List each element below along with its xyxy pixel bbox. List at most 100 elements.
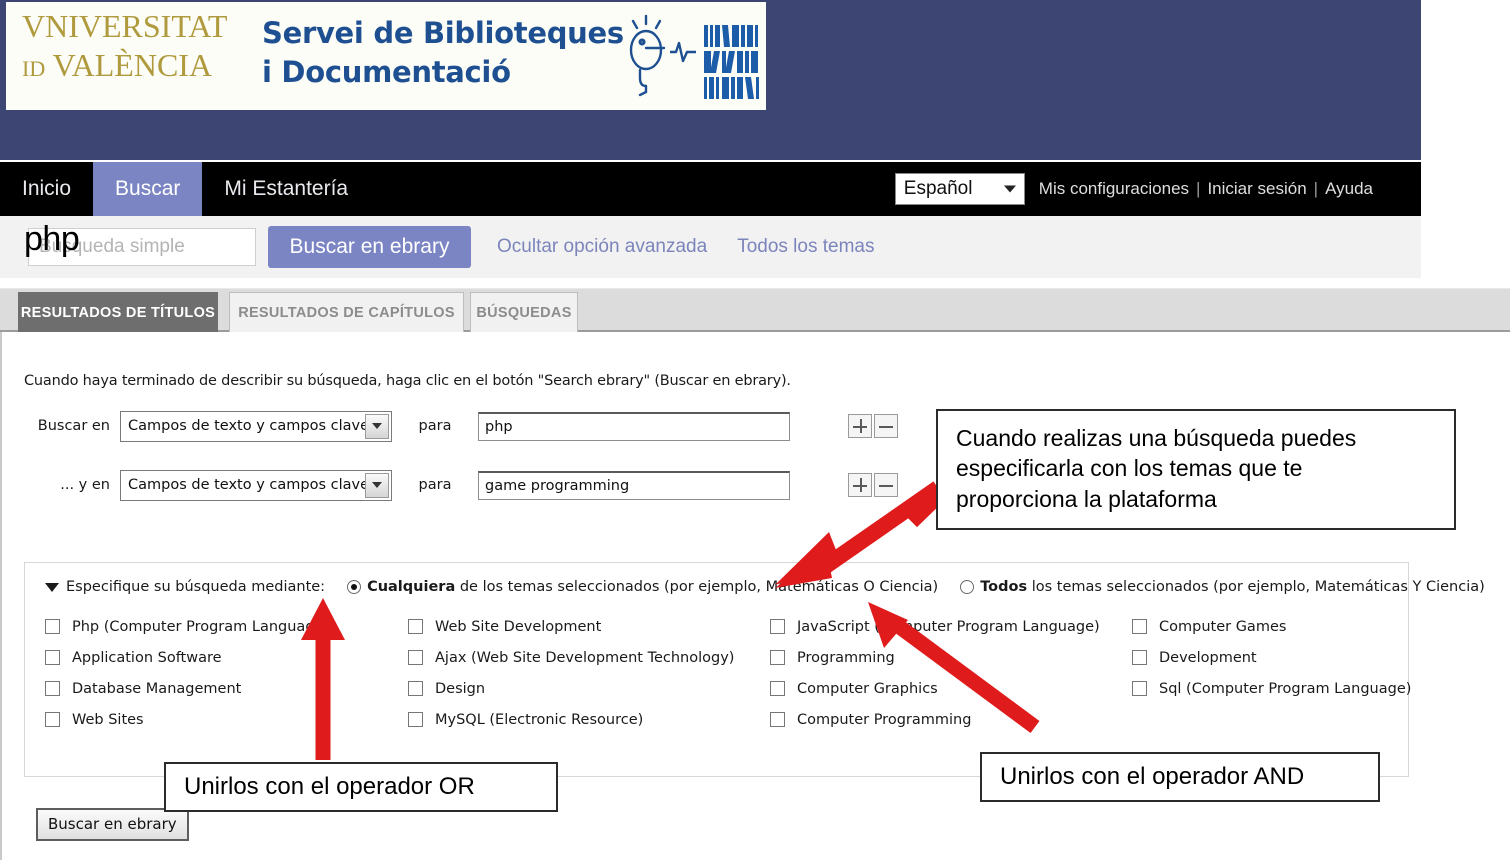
search-row-1-label: Buscar en [37, 418, 110, 434]
topic-label: Computer Games [1159, 618, 1287, 635]
nav-tab-list: Inicio Buscar Mi Estantería [0, 162, 370, 216]
service-wordmark: Servei de Biblioteques i Documentació [262, 14, 624, 92]
topic-checkbox-item[interactable]: Computer Graphics [770, 673, 1132, 704]
tab-resultados-de-titulos[interactable]: RESULTADOS DE TÍTULOS [18, 292, 218, 332]
chevron-down-icon[interactable] [365, 472, 389, 498]
nav-tab-inicio[interactable]: Inicio [0, 162, 93, 216]
link-ayuda[interactable]: Ayuda [1325, 179, 1373, 199]
topic-label: Programming [797, 649, 895, 666]
topic-label: Computer Graphics [797, 680, 938, 697]
university-wordmark: VNIVERSITAT ID VALÈNCIA [22, 10, 258, 102]
php-overlay-annotation: php [24, 220, 80, 258]
topic-label: MySQL (Electronic Resource) [435, 711, 644, 728]
triangle-down-icon[interactable] [45, 582, 59, 592]
search-row-1-field-value: Campos de texto y campos clave [128, 418, 370, 434]
quick-search-bar: Búsqueda simple Buscar en ebrary Ocultar… [0, 216, 1421, 278]
add-row-button[interactable] [848, 473, 872, 497]
language-select[interactable]: Español [894, 173, 1025, 205]
nav-tab-buscar[interactable]: Buscar [93, 162, 203, 216]
hide-advanced-link[interactable]: Ocultar opción avanzada [497, 236, 707, 258]
radio-all-topics[interactable] [960, 580, 975, 594]
topic-checkbox-item[interactable]: JavaScript (Computer Program Language) [770, 611, 1132, 642]
link-mis-configuraciones[interactable]: Mis configuraciones [1039, 179, 1189, 199]
search-row-2-label: ... y en [60, 477, 110, 493]
topic-label: Database Management [72, 680, 242, 697]
topics-column-2: Web Site Development Ajax (Web Site Deve… [408, 611, 770, 735]
search-row-1-field-select[interactable]: Campos de texto y campos clave [120, 410, 392, 442]
annotation-topics-line1: Cuando realizas una búsqueda puedes [956, 425, 1357, 451]
checkbox-icon[interactable] [45, 681, 60, 696]
checkbox-icon[interactable] [45, 712, 60, 727]
annotation-topics-line3: proporciona la plataforma [956, 485, 1217, 512]
checkbox-icon[interactable] [408, 712, 423, 727]
search-row-1: Buscar en Campos de texto y campos clave… [2, 410, 898, 442]
checkbox-icon[interactable] [408, 650, 423, 665]
language-select-value: Español [903, 178, 973, 199]
topic-checkbox-item[interactable]: Programming [770, 642, 1132, 673]
all-topics-link[interactable]: Todos los temas [737, 236, 874, 258]
checkbox-icon[interactable] [770, 681, 785, 696]
search-row-2-controls [848, 473, 898, 497]
lightbulb-barcode-icon [629, 14, 759, 99]
checkbox-icon[interactable] [1132, 650, 1147, 665]
nav-tab-mi-estanteria[interactable]: Mi Estantería [202, 162, 370, 216]
checkbox-icon[interactable] [770, 619, 785, 634]
topics-checkbox-grid: Php (Computer Program Language) Applicat… [45, 611, 1411, 735]
chevron-down-icon[interactable] [365, 413, 389, 439]
topic-checkbox-item[interactable]: Sql (Computer Program Language) [1132, 673, 1411, 704]
topic-checkbox-item[interactable]: Database Management [45, 673, 408, 704]
link-separator-1: | [1196, 179, 1201, 198]
topic-checkbox-item[interactable]: MySQL (Electronic Resource) [408, 704, 770, 735]
topic-label: Development [1159, 649, 1257, 666]
library-logo: VNIVERSITAT ID VALÈNCIA Servei de Biblio… [6, 2, 766, 110]
link-iniciar-sesion[interactable]: Iniciar sesión [1207, 179, 1306, 199]
search-row-2-query-input[interactable]: game programming [478, 470, 790, 500]
topic-label: Php (Computer Program Language) [72, 618, 330, 635]
checkbox-icon[interactable] [770, 712, 785, 727]
checkbox-icon[interactable] [408, 619, 423, 634]
radio-any-topic[interactable] [347, 580, 362, 594]
checkbox-icon[interactable] [1132, 619, 1147, 634]
checkbox-icon[interactable] [1132, 681, 1147, 696]
checkbox-icon[interactable] [45, 619, 60, 634]
topic-checkbox-item[interactable]: Ajax (Web Site Development Technology) [408, 642, 770, 673]
radio-all-topics-label[interactable]: Todos los temas seleccionados (por ejemp… [980, 579, 1485, 595]
topics-column-3: JavaScript (Computer Program Language) P… [770, 611, 1132, 735]
tab-busquedas[interactable]: BÚSQUEDAS [470, 292, 578, 332]
search-row-2-field-select[interactable]: Campos de texto y campos clave [120, 469, 392, 501]
service-line1: Servei de Biblioteques [262, 16, 624, 50]
submit-search-button[interactable]: Buscar en ebrary [36, 808, 189, 841]
remove-row-button[interactable] [874, 473, 898, 497]
search-row-2-para-label: para [418, 477, 452, 493]
topic-checkbox-item[interactable]: Design [408, 673, 770, 704]
topics-heading-label: Especifique su búsqueda mediante: [66, 579, 326, 595]
topic-checkbox-item[interactable]: Web Sites [45, 704, 408, 735]
university-line2: ID VALÈNCIA [22, 47, 213, 83]
tab-resultados-de-capitulos[interactable]: RESULTADOS DE CAPÍTULOS [229, 292, 464, 332]
topics-fieldset: Especifique su búsqueda mediante: Cualqu… [24, 562, 1485, 777]
topic-checkbox-item[interactable]: Php (Computer Program Language) [45, 611, 408, 642]
topic-label: Web Sites [72, 711, 144, 728]
search-row-1-query-input[interactable]: php [478, 411, 790, 441]
annotation-and-note: Unirlos con el operador AND [980, 752, 1380, 802]
page-root: VNIVERSITAT ID VALÈNCIA Servei de Biblio… [0, 0, 1510, 860]
topic-checkbox-item[interactable]: Computer Programming [770, 704, 1132, 735]
checkbox-icon[interactable] [770, 650, 785, 665]
search-row-2-field-value: Campos de texto y campos clave [128, 477, 370, 493]
checkbox-icon[interactable] [45, 650, 60, 665]
topic-checkbox-item[interactable]: Development [1132, 642, 1395, 673]
topics-header-row: Especifique su búsqueda mediante: Cualqu… [45, 579, 1485, 595]
topic-label: JavaScript (Computer Program Language) [797, 618, 1100, 635]
topic-label: Ajax (Web Site Development Technology) [435, 649, 735, 666]
search-ebrary-button[interactable]: Buscar en ebrary [268, 226, 471, 268]
remove-row-button[interactable] [874, 414, 898, 438]
main-navbar: Inicio Buscar Mi Estantería Español Mis … [0, 162, 1421, 216]
add-row-button[interactable] [848, 414, 872, 438]
topic-checkbox-item[interactable]: Web Site Development [408, 611, 770, 642]
topic-checkbox-item[interactable]: Computer Games [1132, 611, 1395, 642]
topic-checkbox-item[interactable]: Application Software [45, 642, 408, 673]
radio-any-topic-label[interactable]: Cualquiera de los temas seleccionados (p… [367, 579, 938, 595]
checkbox-icon[interactable] [408, 681, 423, 696]
header-band: VNIVERSITAT ID VALÈNCIA Servei de Biblio… [0, 0, 1421, 160]
nav-right-group: Español Mis configuraciones | Iniciar se… [894, 162, 1373, 216]
